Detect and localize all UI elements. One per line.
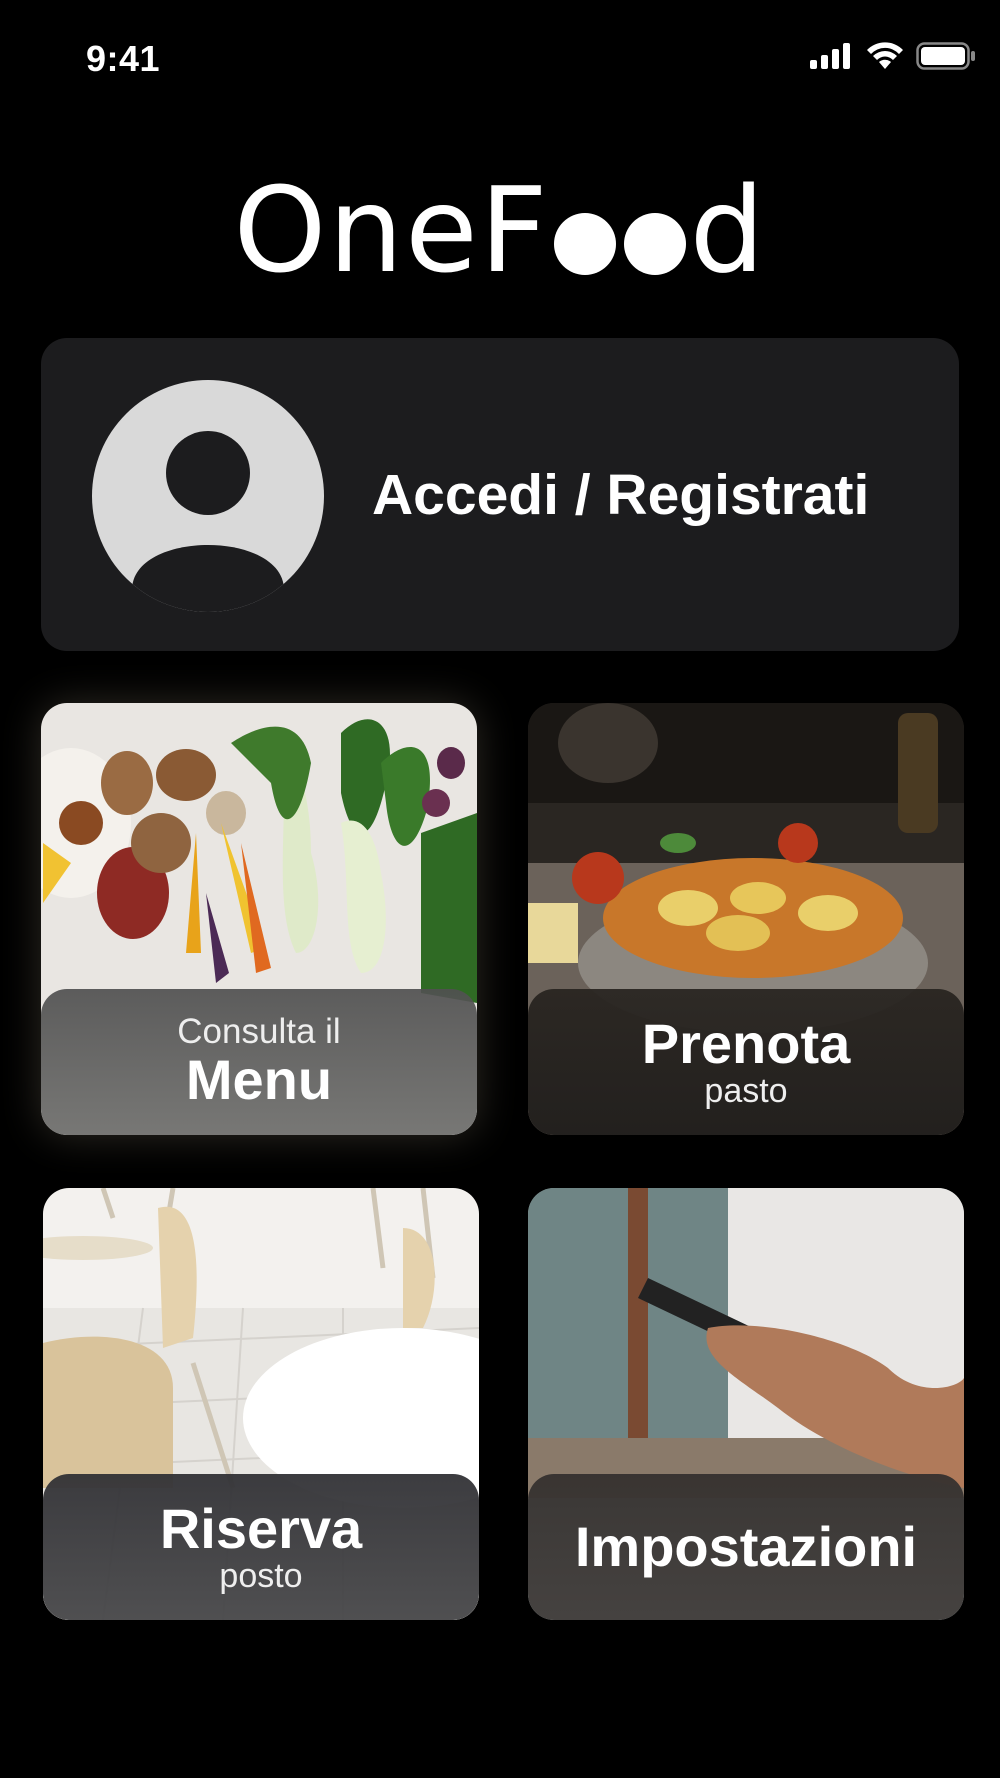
settings-tile[interactable]: Impostazioni <box>528 1188 964 1620</box>
logo-prefix: OneF <box>233 161 550 299</box>
cellular-signal-icon <box>810 43 850 69</box>
logo-suffix: d <box>689 161 767 299</box>
logo-text: OneF d <box>233 171 766 289</box>
logo-dot <box>553 213 616 275</box>
reserve-seat-tile[interactable]: Riserva posto <box>43 1188 479 1620</box>
settings-label-box: Impostazioni <box>528 1474 964 1620</box>
book-meal-subtitle: pasto <box>704 1071 788 1110</box>
reserve-seat-subtitle: posto <box>219 1556 303 1595</box>
logo-dot <box>623 213 686 275</box>
book-meal-tile[interactable]: Prenota pasto <box>528 703 964 1135</box>
menu-label-box: Consulta il Menu <box>41 989 477 1135</box>
battery-icon <box>916 42 975 70</box>
user-avatar-icon <box>92 380 324 612</box>
menu-title: Menu <box>185 1047 333 1111</box>
wifi-icon <box>867 42 903 69</box>
status-bar: 9:41 <box>0 0 1000 120</box>
status-icons <box>810 42 976 70</box>
settings-title: Impostazioni <box>574 1514 918 1578</box>
menu-subtitle: Consulta il <box>177 1012 341 1052</box>
reserve-seat-label-box: Riserva posto <box>43 1474 479 1620</box>
reserve-seat-title: Riserva <box>159 1496 363 1560</box>
book-meal-title: Prenota <box>641 1011 851 1075</box>
login-register-label: Accedi / Registrati <box>372 463 870 527</box>
status-time: 9:41 <box>86 38 161 79</box>
app-logo: OneF d <box>0 165 1000 295</box>
menu-tile[interactable]: Consulta il Menu <box>41 703 477 1135</box>
book-meal-label-box: Prenota pasto <box>528 989 964 1135</box>
